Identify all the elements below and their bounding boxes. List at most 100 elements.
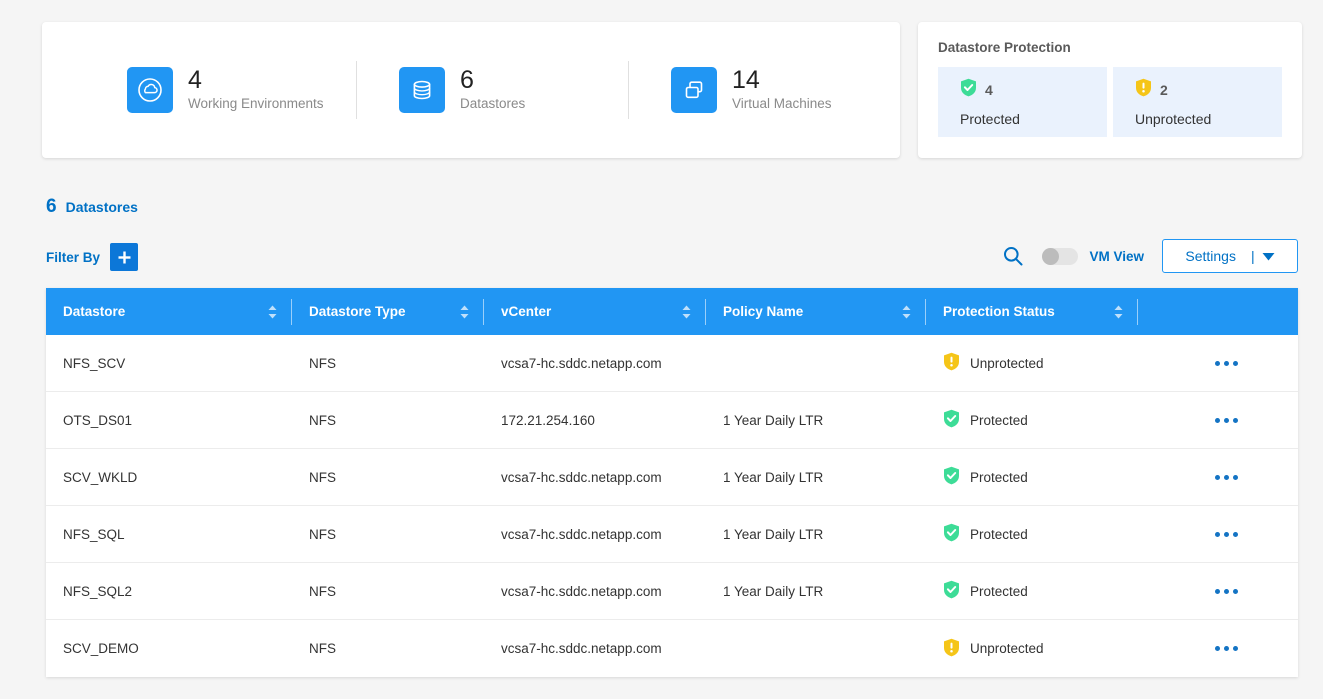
cell-actions [1138,640,1298,657]
column-label: Datastore Type [292,304,460,319]
table-row[interactable]: SCV_WKLDNFSvcsa7-hc.sddc.netapp.com1 Yea… [46,449,1298,506]
column-header-datastore[interactable]: Datastore [46,288,292,335]
more-options-icon[interactable] [1209,526,1244,543]
shield-check-icon [943,466,960,488]
table-row[interactable]: NFS_SQLNFSvcsa7-hc.sddc.netapp.com1 Year… [46,506,1298,563]
table-row[interactable]: NFS_SQL2NFSvcsa7-hc.sddc.netapp.com1 Yea… [46,563,1298,620]
sort-icon[interactable] [460,305,469,319]
vm-view-toggle[interactable]: VM View [1042,248,1144,265]
column-header-datastore-type[interactable]: Datastore Type [292,288,484,335]
sort-icon[interactable] [1114,305,1123,319]
protection-label: Unprotected [1135,111,1282,127]
status-text: Unprotected [970,356,1044,371]
more-options-icon[interactable] [1209,583,1244,600]
vm-view-label: VM View [1089,249,1144,264]
protection-count: 4 [985,82,993,98]
page-title: 6 Datastores [46,196,138,218]
protection-count: 2 [1160,82,1168,98]
settings-button[interactable]: Settings | [1162,239,1298,273]
more-options-icon[interactable] [1209,469,1244,486]
column-header-policy-name[interactable]: Policy Name [706,288,926,335]
table-header-row: Datastore Datastore Type [46,288,1298,335]
cell-actions [1138,469,1298,486]
status-text: Unprotected [970,641,1044,656]
stat-virtual-machines: 14 Virtual Machines [629,67,900,113]
stat-value: 6 [460,67,525,94]
cell-datastore-type: NFS [292,356,484,371]
datastores-table: Datastore Datastore Type [46,288,1298,677]
stat-label: Virtual Machines [732,95,832,113]
table-row[interactable]: SCV_DEMONFSvcsa7-hc.sddc.netapp.comUnpro… [46,620,1298,677]
cloud-icon [127,67,173,113]
add-filter-button[interactable] [110,243,138,271]
protection-tile-protected[interactable]: 4 Protected [938,67,1107,137]
more-options-icon[interactable] [1209,640,1244,657]
cell-protection-status: Unprotected [926,638,1138,660]
table-row[interactable]: OTS_DS01NFS172.21.254.1601 Year Daily LT… [46,392,1298,449]
cell-datastore-type: NFS [292,470,484,485]
sort-icon[interactable] [902,305,911,319]
table-body: NFS_SCVNFSvcsa7-hc.sddc.netapp.comUnprot… [46,335,1298,677]
cell-datastore: SCV_DEMO [46,641,292,656]
column-header-vcenter[interactable]: vCenter [484,288,706,335]
status-text: Protected [970,470,1028,485]
settings-dropdown[interactable]: | [1251,248,1275,264]
more-options-icon[interactable] [1209,412,1244,429]
vm-view-switch[interactable] [1042,248,1078,265]
cell-datastore-type: NFS [292,584,484,599]
cell-datastore-type: NFS [292,413,484,428]
cell-datastore: NFS_SQL2 [46,584,292,599]
cell-actions [1138,526,1298,543]
cell-vcenter: vcsa7-hc.sddc.netapp.com [484,356,706,371]
toolbar-actions: VM View Settings | [1002,239,1298,273]
stat-value: 4 [188,67,324,94]
shield-warning-icon [943,352,960,374]
cell-protection-status: Protected [926,523,1138,545]
more-options-icon[interactable] [1209,355,1244,372]
column-header-protection-status[interactable]: Protection Status [926,288,1138,335]
datastores-title: Datastores [66,199,138,215]
chevron-down-icon [1262,252,1275,261]
status-text: Protected [970,527,1028,542]
cell-datastore: NFS_SCV [46,356,292,371]
cell-actions [1138,412,1298,429]
sort-icon[interactable] [268,305,277,319]
plus-icon [117,250,132,265]
separator: | [1251,248,1255,264]
protection-label: Protected [960,111,1107,127]
stat-label: Working Environments [188,95,324,113]
status-text: Protected [970,584,1028,599]
switch-knob [1042,248,1059,265]
cell-datastore: NFS_SQL [46,527,292,542]
shield-check-icon [960,78,977,102]
filter-by-group: Filter By [46,243,138,271]
sort-icon[interactable] [682,305,691,319]
settings-label: Settings [1185,248,1236,264]
datastores-count: 6 [46,196,57,218]
cell-vcenter: vcsa7-hc.sddc.netapp.com [484,527,706,542]
shield-warning-icon [1135,78,1152,102]
protection-tile-unprotected[interactable]: 2 Unprotected [1113,67,1282,137]
cell-protection-status: Protected [926,466,1138,488]
stat-label: Datastores [460,95,525,113]
cell-datastore-type: NFS [292,527,484,542]
cell-datastore-type: NFS [292,641,484,656]
summary-row: 4 Working Environments 6 Datastores [42,22,1302,158]
column-label: Datastore [46,304,268,319]
shield-warning-icon [943,638,960,660]
status-text: Protected [970,413,1028,428]
cell-policy-name: 1 Year Daily LTR [706,584,926,599]
search-button[interactable] [1002,245,1024,267]
cell-datastore: SCV_WKLD [46,470,292,485]
table-row[interactable]: NFS_SCVNFSvcsa7-hc.sddc.netapp.com Unprot… [46,335,1298,392]
cell-policy-name: 1 Year Daily LTR [706,527,926,542]
cell-datastore: OTS_DS01 [46,413,292,428]
summary-card: 4 Working Environments 6 Datastores [42,22,900,158]
stat-working-environments: 4 Working Environments [42,67,356,113]
column-label: vCenter [484,304,682,319]
stat-datastores: 6 Datastores [357,67,628,113]
cell-vcenter: 172.21.254.160 [484,413,706,428]
database-icon [399,67,445,113]
virtual-machines-icon [671,67,717,113]
cell-policy-name: 1 Year Daily LTR [706,413,926,428]
